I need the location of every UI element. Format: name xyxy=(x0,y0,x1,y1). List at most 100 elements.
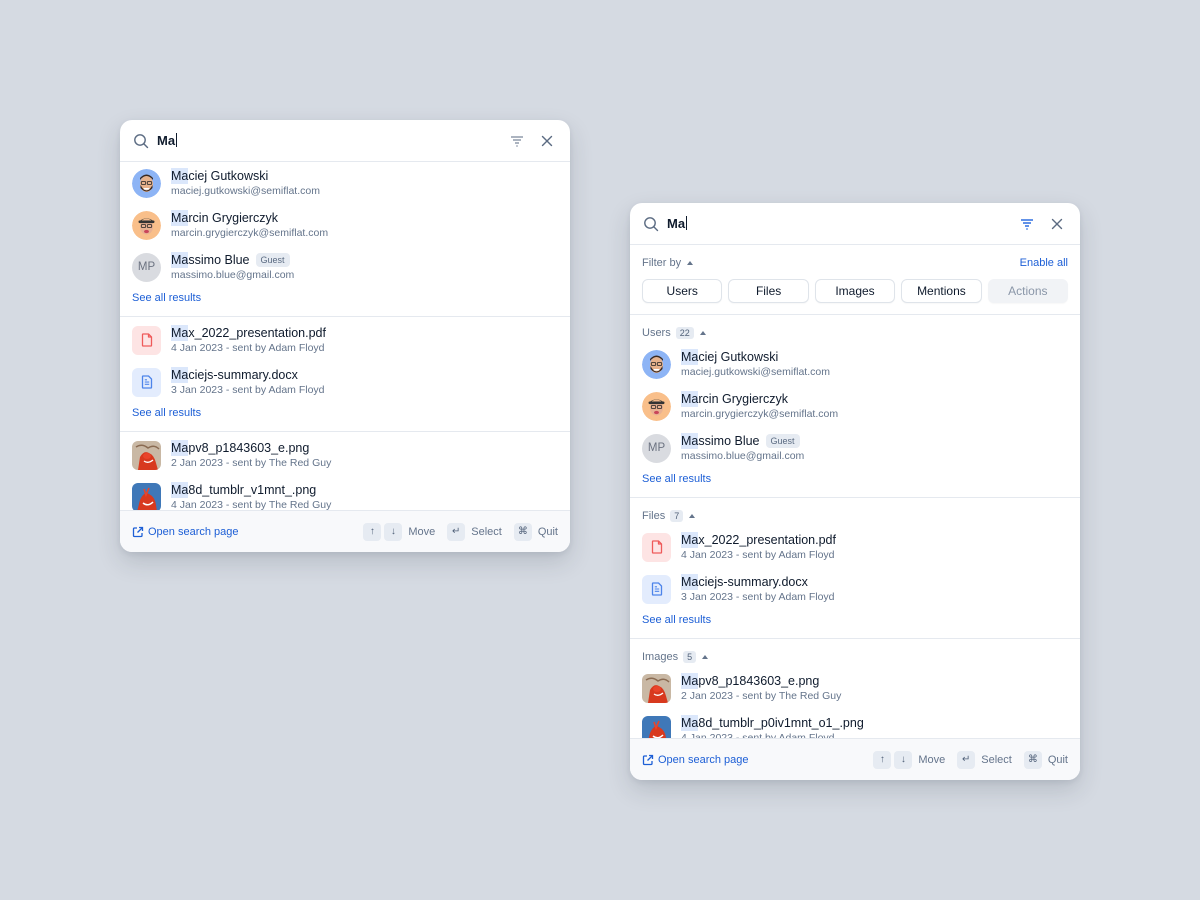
external-link-icon xyxy=(642,754,654,766)
collapse-caret-icon[interactable] xyxy=(699,331,706,335)
close-icon[interactable] xyxy=(536,130,558,152)
document-file-icon xyxy=(132,367,161,397)
filter-chip-images[interactable]: Images xyxy=(814,279,896,303)
users-section: Users 22 Ma ciej Gutkowski maciej.gutkows… xyxy=(630,315,1080,498)
images-section-header[interactable]: Images 5 xyxy=(630,647,1080,667)
match-highlight: Ma xyxy=(171,251,189,268)
user-row[interactable]: Ma rcin Grygierczyk marcin.grygierczyk@se… xyxy=(120,204,570,246)
enter-key-icon: ↵ xyxy=(447,522,466,541)
footer: Open search page ↑ ↓ Move ↵ Select ⌘ Qui… xyxy=(630,738,1080,780)
files-section: Ma x_2022_presentation.pdf 4 Jan 2023 - s… xyxy=(120,317,570,432)
filter-chips: Users Files Images Mentions Actions xyxy=(642,279,1069,303)
match-highlight: Ma xyxy=(171,167,189,184)
open-search-page-link[interactable]: Open search page xyxy=(132,526,363,538)
collapse-caret-icon[interactable] xyxy=(689,514,696,518)
users-section: Ma ciej Gutkowski maciej.gutkowski@semifl… xyxy=(120,162,570,317)
avatar-initials-text: MP xyxy=(647,442,666,454)
image-thumbnail xyxy=(132,440,161,470)
user-email: marcin.grygierczyk@semiflat.com xyxy=(171,226,329,239)
user-name: rcin Grygierczyk xyxy=(698,391,788,406)
search-input[interactable]: Ma xyxy=(667,216,1016,231)
filter-by-label[interactable]: Filter by xyxy=(642,257,681,269)
match-highlight: Ma xyxy=(681,531,699,548)
open-search-page-link[interactable]: Open search page xyxy=(642,754,873,766)
image-row[interactable]: Ma 8d_tumblr_p0iv1mnt_o1_.png 4 Jan 2023 … xyxy=(630,709,1080,738)
close-icon[interactable] xyxy=(1046,213,1068,235)
image-thumbnail xyxy=(642,715,671,738)
command-key-icon: ⌘ xyxy=(1023,750,1042,769)
match-highlight: Ma xyxy=(681,390,699,407)
search-bar[interactable]: Ma xyxy=(630,203,1080,245)
avatar-marcin xyxy=(642,391,671,421)
image-meta: 4 Jan 2023 - sent by Adam Floyd xyxy=(681,731,835,739)
user-email: marcin.grygierczyk@semiflat.com xyxy=(681,407,839,420)
see-all-files-link[interactable]: See all results xyxy=(630,610,1080,638)
images-section: Images 5 Ma pv8_p1843603_e.png 2 Jan 2023… xyxy=(630,639,1080,738)
user-row[interactable]: Ma ciej Gutkowski maciej.gutkowski@semifl… xyxy=(630,343,1080,385)
select-hint: Select xyxy=(981,753,1012,766)
select-hint: Select xyxy=(471,525,502,538)
external-link-icon xyxy=(132,526,144,538)
arrow-down-key-icon: ↓ xyxy=(894,750,913,769)
search-popover-compact: Ma Ma ciej Gutkowski maciej.gutkowski@sem… xyxy=(120,120,570,552)
image-meta: 2 Jan 2023 - sent by The Red Guy xyxy=(681,689,842,702)
search-input[interactable]: Ma xyxy=(157,133,506,148)
file-meta: 3 Jan 2023 - sent by Adam Floyd xyxy=(681,590,835,603)
guest-badge: Guest xyxy=(255,252,290,267)
filter-icon[interactable] xyxy=(506,130,528,152)
guest-badge: Guest xyxy=(765,433,800,448)
user-email: massimo.blue@gmail.com xyxy=(681,449,805,462)
see-all-files-link[interactable]: See all results xyxy=(120,403,570,431)
collapse-caret-icon[interactable] xyxy=(702,655,709,659)
command-key-icon: ⌘ xyxy=(513,522,532,541)
see-all-users-link[interactable]: See all results xyxy=(630,469,1080,497)
open-search-page-label: Open search page xyxy=(658,753,749,766)
image-row[interactable]: Ma pv8_p1843603_e.png 2 Jan 2023 - sent b… xyxy=(630,667,1080,709)
user-row[interactable]: Ma ciej Gutkowski maciej.gutkowski@semifl… xyxy=(120,162,570,204)
match-highlight: Ma xyxy=(171,209,189,226)
enter-key-icon: ↵ xyxy=(957,750,976,769)
image-name: pv8_p1843603_e.png xyxy=(698,673,820,688)
results-list[interactable]: Filter by Enable all Users Files Images … xyxy=(630,245,1080,738)
filter-chip-users[interactable]: Users xyxy=(642,279,723,303)
users-section-header[interactable]: Users 22 xyxy=(630,323,1080,343)
count-badge: 5 xyxy=(683,651,697,663)
image-name: pv8_p1843603_e.png xyxy=(188,440,310,455)
avatar-initials-text: MP xyxy=(137,261,156,273)
file-row[interactable]: Ma x_2022_presentation.pdf 4 Jan 2023 - s… xyxy=(630,526,1080,568)
collapse-caret-icon[interactable] xyxy=(687,261,694,265)
match-highlight: Ma xyxy=(171,481,189,498)
user-email: maciej.gutkowski@semiflat.com xyxy=(681,365,830,378)
user-name: ciej Gutkowski xyxy=(188,168,269,183)
move-hint: Move xyxy=(408,525,436,538)
filter-chip-actions[interactable]: Actions xyxy=(987,279,1069,303)
image-thumbnail xyxy=(132,482,161,510)
footer: Open search page ↑ ↓ Move ↵ Select ⌘ Qui… xyxy=(120,510,570,552)
avatar-initials: MP xyxy=(642,433,671,463)
enable-all-link[interactable]: Enable all xyxy=(1020,257,1068,269)
search-bar[interactable]: Ma xyxy=(120,120,570,162)
filter-icon-active[interactable] xyxy=(1016,213,1038,235)
image-row[interactable]: Ma 8d_tumblr_v1mnt_.png 4 Jan 2023 - sent… xyxy=(120,476,570,510)
image-row[interactable]: Ma pv8_p1843603_e.png 2 Jan 2023 - sent b… xyxy=(120,434,570,476)
file-name: x_2022_presentation.pdf xyxy=(698,532,836,547)
file-row[interactable]: Ma x_2022_presentation.pdf 4 Jan 2023 - s… xyxy=(120,319,570,361)
open-search-page-label: Open search page xyxy=(148,525,239,538)
count-badge: 7 xyxy=(670,510,684,522)
file-row[interactable]: Ma ciejs-summary.docx 3 Jan 2023 - sent b… xyxy=(120,361,570,403)
filter-chip-mentions[interactable]: Mentions xyxy=(901,279,982,303)
user-row[interactable]: MP Ma ssimo Blue Guest massimo.blue@gmail.… xyxy=(120,246,570,288)
user-name: rcin Grygierczyk xyxy=(188,210,278,225)
count-badge: 22 xyxy=(675,327,694,339)
filter-chip-files[interactable]: Files xyxy=(728,279,809,303)
match-highlight: Ma xyxy=(681,432,699,449)
arrow-down-key-icon: ↓ xyxy=(384,522,403,541)
file-row[interactable]: Ma ciejs-summary.docx 3 Jan 2023 - sent b… xyxy=(630,568,1080,610)
results-list[interactable]: Ma ciej Gutkowski maciej.gutkowski@semifl… xyxy=(120,162,570,510)
user-row[interactable]: Ma rcin Grygierczyk marcin.grygierczyk@se… xyxy=(630,385,1080,427)
files-section-header[interactable]: Files 7 xyxy=(630,506,1080,526)
see-all-users-link[interactable]: See all results xyxy=(120,288,570,316)
file-meta: 3 Jan 2023 - sent by Adam Floyd xyxy=(171,383,325,396)
user-row[interactable]: MP Ma ssimo Blue Guest massimo.blue@gmail.… xyxy=(630,427,1080,469)
section-title: Users xyxy=(642,327,671,339)
